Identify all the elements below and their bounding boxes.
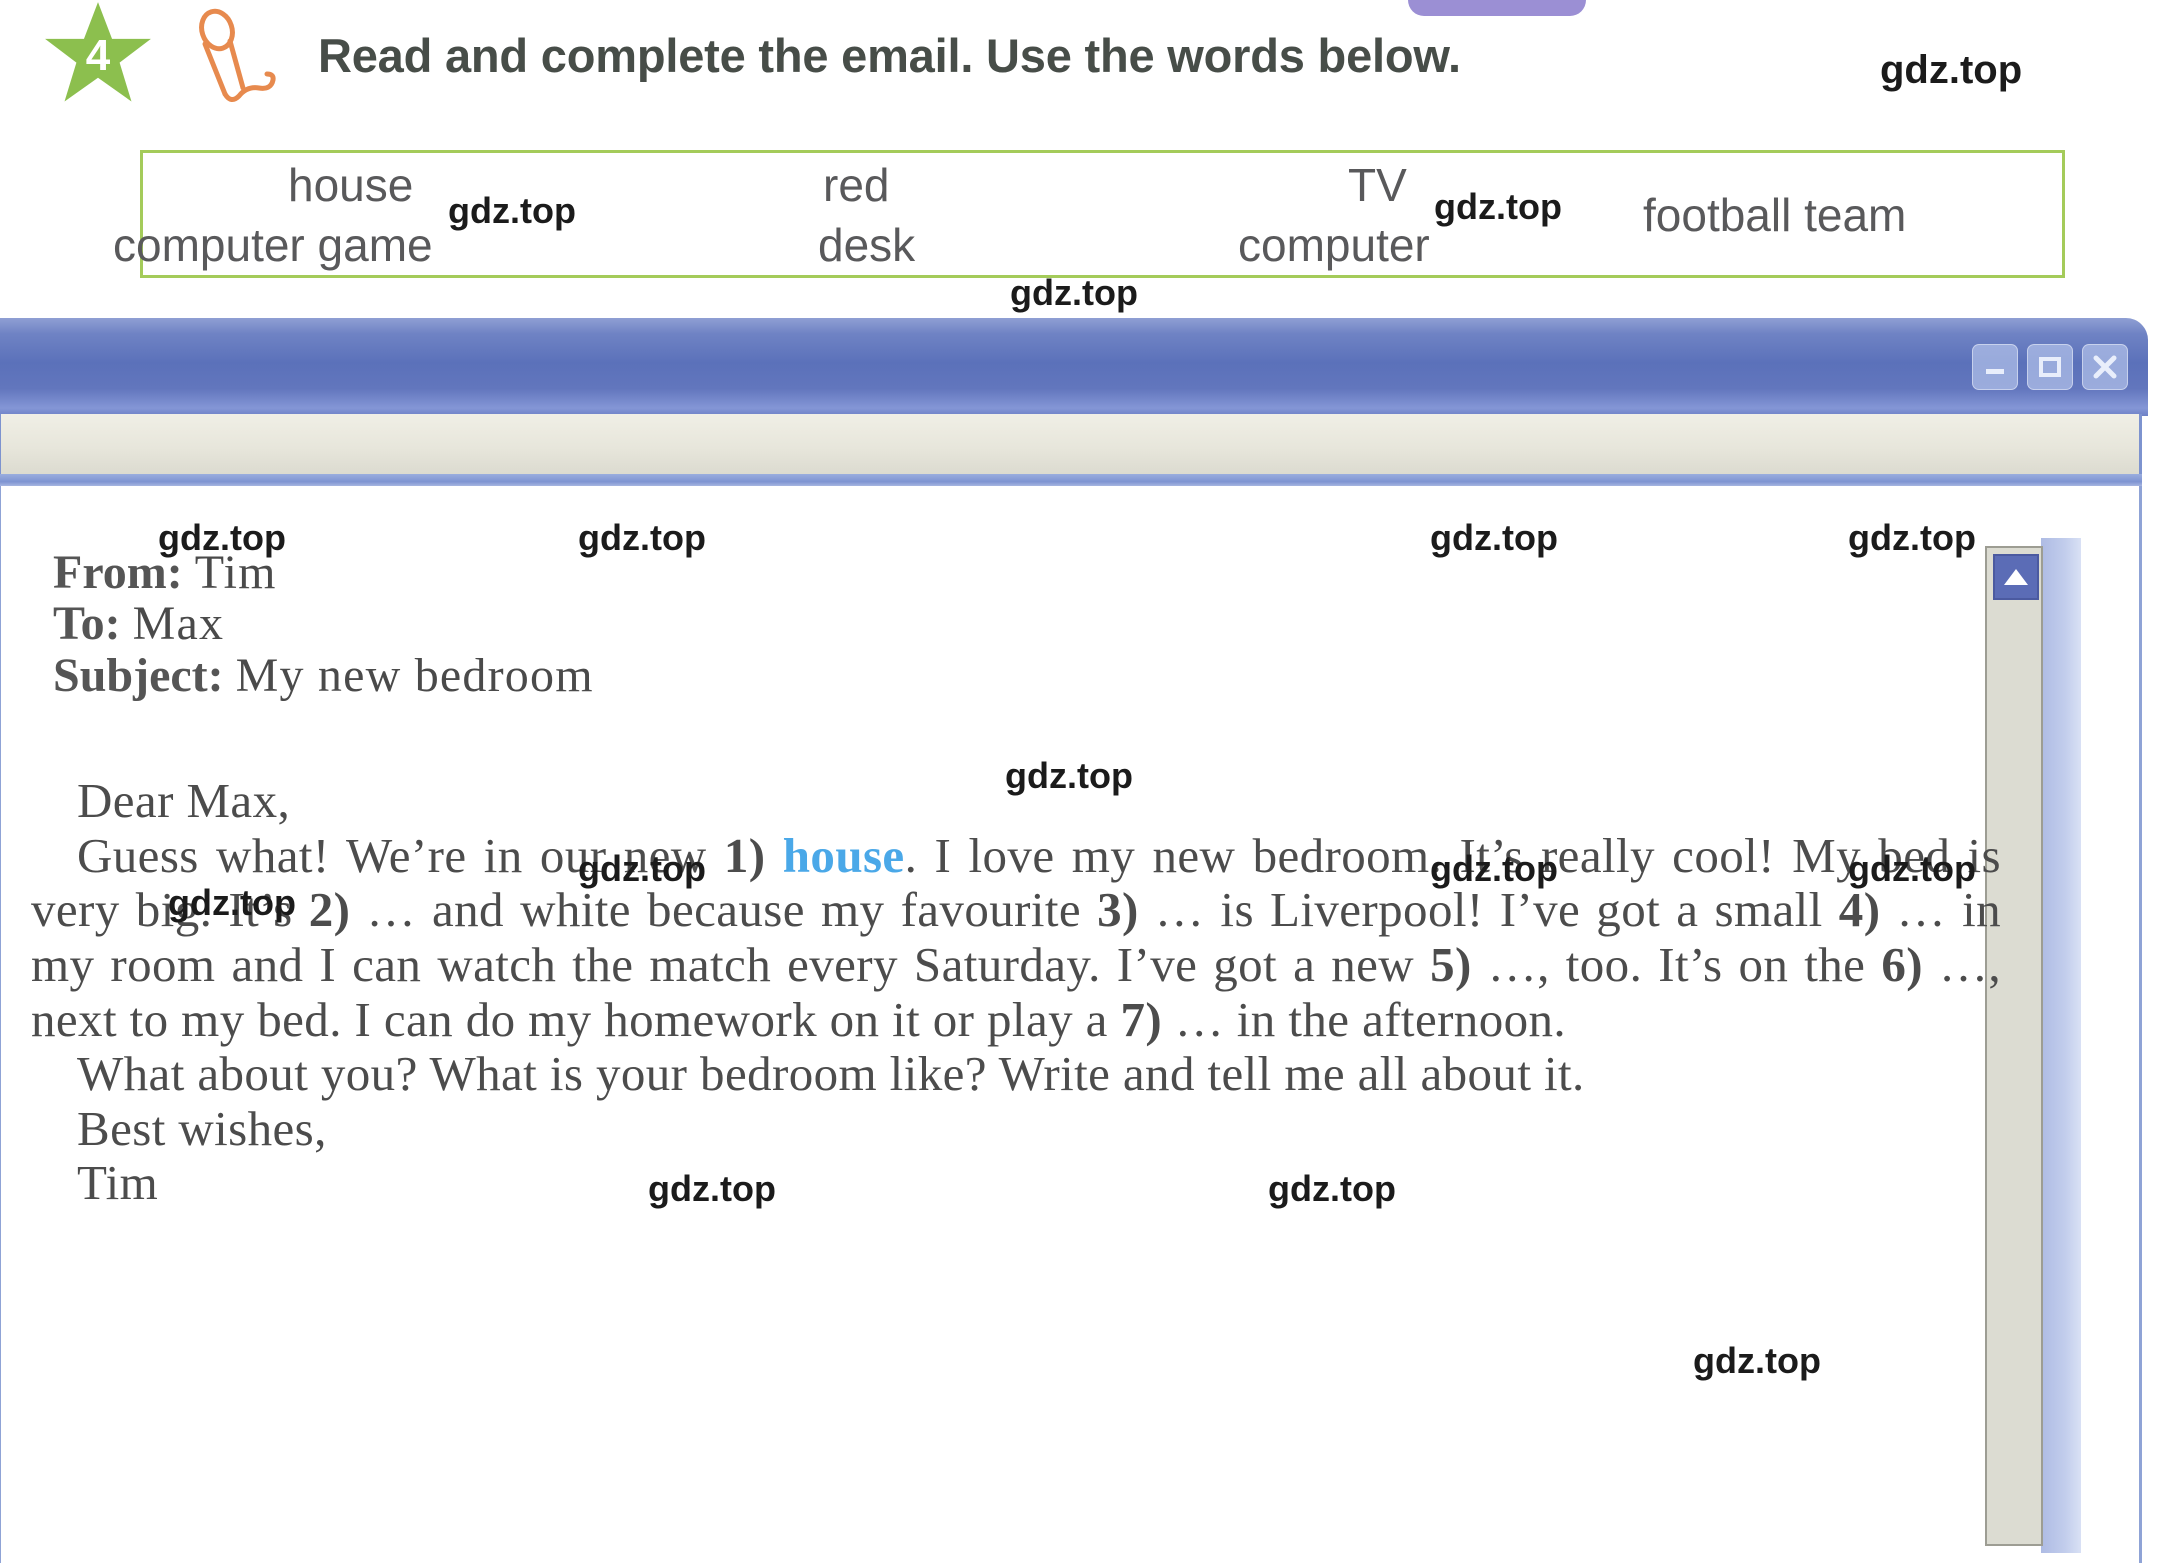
watermark: gdz.top (1010, 272, 1138, 313)
window-right-edge (2041, 538, 2081, 1553)
word-bank-item-tv[interactable]: TV (1348, 153, 1407, 217)
email-window-body: From: Tim To: Max Subject: My new bedroo… (0, 486, 2142, 1563)
gap-4-number: 4) (1838, 882, 1881, 938)
maximize-button[interactable] (2027, 344, 2073, 390)
email-from-label: From: (53, 546, 183, 599)
gap-2-number: 2) (308, 882, 351, 938)
word-bank-item-desk[interactable]: desk (818, 213, 915, 277)
p1-seg-c: and white because my favourite (415, 882, 1098, 938)
gap-6-number: 6) (1881, 936, 1923, 992)
gap-1-number: 1) (723, 827, 766, 883)
email-to-value: Max (132, 597, 225, 651)
word-bank-item-football-team[interactable]: football team (1643, 183, 1906, 247)
word-bank-item-computer[interactable]: computer (1238, 213, 1430, 277)
gap-3-number: 3) (1097, 882, 1139, 938)
email-headers: From: Tim To: Max Subject: My new bedroo… (53, 548, 2033, 702)
p1-seg-d: is Liverpool! I’ve got a small (1204, 882, 1839, 938)
email-signature-text: Tim (77, 1155, 159, 1211)
gap-7-number: 7) (1120, 991, 1163, 1047)
word-bank-item-computer-game[interactable]: computer game (113, 213, 433, 277)
word-bank: house red TV computer game desk computer… (113, 150, 2065, 278)
pencil-icon (185, 8, 295, 108)
email-paragraph-1: Guess what! We’re in our new 1) house. I… (31, 827, 2001, 1048)
page-tab-stub (1408, 0, 1586, 16)
exercise-number: 4 (85, 31, 111, 80)
word-bank-row-2: computer game desk computer football tea… (113, 189, 2062, 277)
p1-seg-f: too. It’s on the (1549, 936, 1882, 992)
close-button[interactable] (2082, 344, 2128, 390)
gap-1-answer[interactable]: house (783, 828, 905, 883)
gap-2-answer[interactable]: … (366, 882, 415, 937)
email-signature: Tim (31, 1156, 2001, 1211)
p1-seg-h: in the afternoon. (1224, 991, 1567, 1047)
email-window: From: Tim To: Max Subject: My new bedroo… (0, 318, 2158, 1563)
email-to-row: To: Max (53, 599, 2033, 648)
window-toolbar (0, 414, 2142, 476)
email-paragraph-2: What about you? What is your bedroom lik… (31, 1046, 2001, 1102)
exercise-header: 4 Read and complete the email. Use the w… (0, 0, 2158, 140)
instruction-text: Read and complete the email. Use the wor… (318, 29, 1461, 82)
email-subject-row: Subject: My new bedroom (53, 651, 2033, 700)
window-controls (1972, 344, 2128, 390)
gap-5-number: 5) (1430, 936, 1472, 992)
email-from-row: From: Tim (53, 548, 2033, 597)
email-closing: Best wishes, (31, 1100, 2001, 1157)
p1-seg-g: next to my bed. I can do my homework on … (31, 991, 1121, 1047)
gap-3-answer[interactable]: … (1155, 882, 1204, 937)
gap-6-answer[interactable]: …, (1939, 937, 2001, 992)
email-body-text: Dear Max, Guess what! We’re in our new 1… (31, 773, 2001, 1211)
email-greeting-text: Dear Max, (77, 773, 291, 828)
email-subject-label: Subject: (53, 648, 224, 702)
email-greeting: Dear Max, (31, 773, 2001, 829)
gap-5-answer[interactable]: …, (1488, 937, 1550, 992)
gap-7-answer[interactable]: … (1175, 992, 1224, 1047)
gap-4-answer[interactable]: … (1897, 882, 1946, 937)
minimize-button[interactable] (1972, 344, 2018, 390)
word-bank-item-house[interactable]: house (288, 153, 413, 217)
p1-seg-a: Guess what! We’re in our new (77, 827, 724, 883)
email-to-label: To: (53, 597, 121, 651)
email-from-value: Tim (194, 546, 277, 599)
email-subject-value: My new bedroom (235, 648, 594, 702)
word-bank-item-red[interactable]: red (823, 153, 889, 217)
window-titlebar[interactable] (0, 318, 2148, 416)
p2-text: What about you? What is your bedroom lik… (77, 1046, 1585, 1102)
email-closing-text: Best wishes, (77, 1100, 327, 1156)
